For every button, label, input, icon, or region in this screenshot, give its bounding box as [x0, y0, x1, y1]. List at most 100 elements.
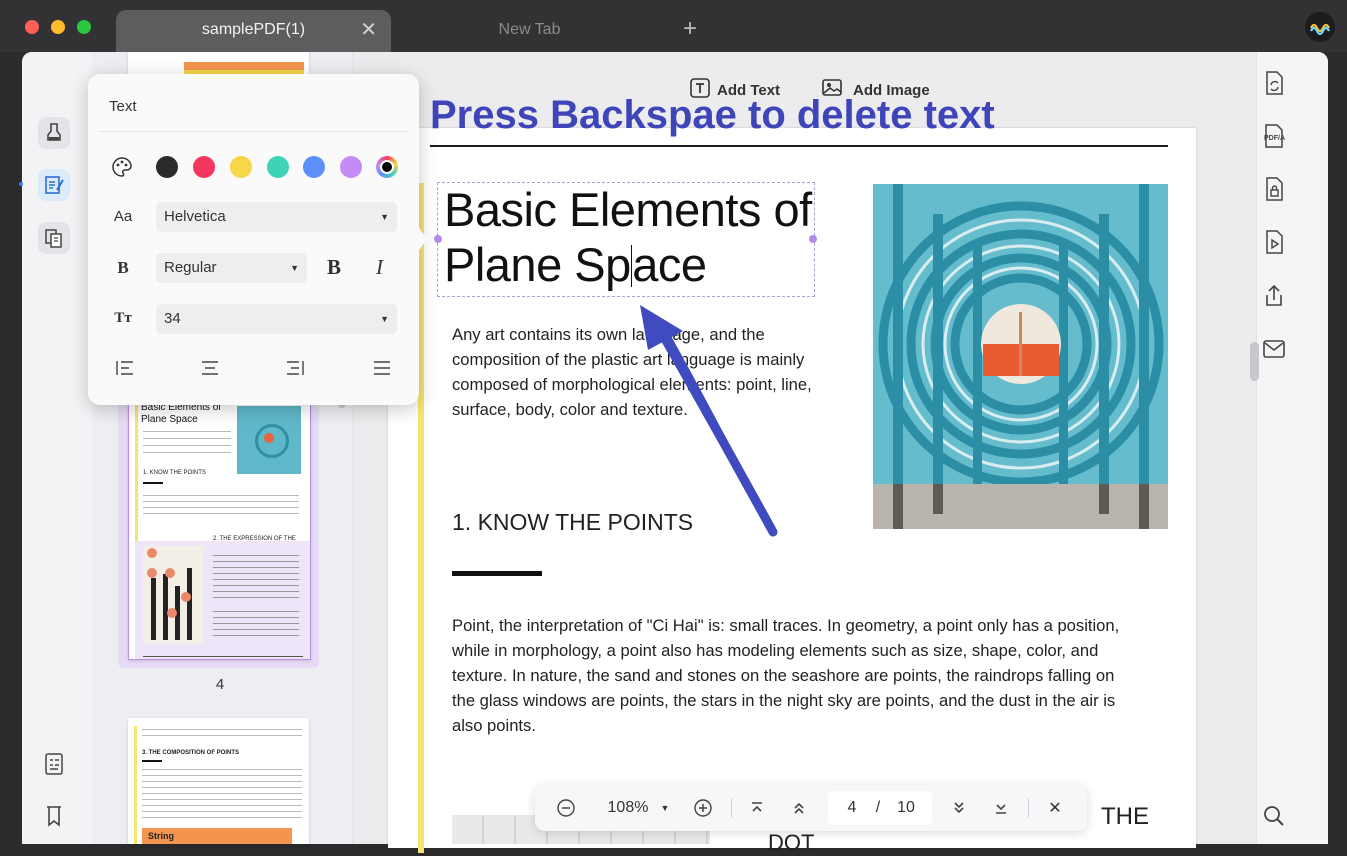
- tab-label: New Tab: [498, 21, 561, 38]
- vertical-scrollbar[interactable]: [1250, 342, 1259, 381]
- form-icon[interactable]: [38, 748, 70, 780]
- color-picker-button[interactable]: [376, 156, 398, 178]
- tab-new-tab[interactable]: New Tab: [392, 10, 667, 52]
- next-page-icon[interactable]: [946, 793, 972, 823]
- convert-icon[interactable]: [1260, 69, 1288, 97]
- italic-button[interactable]: I: [376, 255, 383, 280]
- first-page-icon[interactable]: [744, 793, 770, 823]
- paragraph-line: also points.: [452, 716, 536, 735]
- color-swatch-yellow[interactable]: [230, 156, 252, 178]
- font-family-select[interactable]: Helvetica ▼: [156, 202, 397, 232]
- thumbnail-page-5[interactable]: 3. THE COMPOSITION OF POINTS String: [128, 718, 309, 844]
- thumbnail-page-4[interactable]: Basic Elements of Plane Space 1. KNOW TH…: [128, 395, 311, 660]
- title-text-before-cursor: Plane Sp: [444, 238, 631, 291]
- title-text-after-cursor: ace: [632, 238, 707, 291]
- close-window-button[interactable]: [25, 20, 39, 34]
- section-underline: [452, 571, 542, 576]
- font-size-value: 34: [164, 310, 181, 327]
- zoom-out-icon[interactable]: [553, 793, 579, 823]
- mail-icon[interactable]: [1260, 335, 1288, 363]
- toolbar-divider: [731, 799, 732, 817]
- thumbnail-page-number: 4: [215, 676, 225, 693]
- bottom-heading[interactable]: THE: [1101, 803, 1149, 831]
- color-swatch-black[interactable]: [156, 156, 178, 178]
- section-heading[interactable]: 1. KNOW THE POINTS: [452, 509, 693, 536]
- zoom-level[interactable]: 108%: [596, 793, 660, 823]
- app-logo-icon[interactable]: [1305, 12, 1335, 42]
- thumb-section: 1. KNOW THE POINTS: [143, 470, 206, 476]
- intro-paragraph[interactable]: Any art contains its own language, and t…: [452, 322, 852, 422]
- font-weight-value: Regular: [164, 259, 217, 276]
- chevron-down-icon: ▼: [380, 314, 389, 324]
- chevron-down-icon: ▼: [380, 212, 389, 222]
- page-separator: /: [875, 799, 881, 816]
- intro-line: surface, body, color and texture.: [452, 400, 688, 419]
- popup-divider: [98, 131, 409, 132]
- zoom-dropdown-icon[interactable]: ▼: [656, 793, 674, 823]
- bottom-partial-heading[interactable]: DOT: [768, 830, 814, 856]
- zoom-window-button[interactable]: [77, 20, 91, 34]
- align-justify-icon[interactable]: [371, 359, 393, 382]
- title-line-1: Basic Elements of: [444, 183, 812, 236]
- font-family-value: Helvetica: [164, 208, 226, 225]
- paragraph-line: texture. In nature, the sand and stones …: [452, 666, 1115, 685]
- align-center-icon[interactable]: [199, 359, 221, 382]
- color-swatch-purple[interactable]: [340, 156, 362, 178]
- align-right-icon[interactable]: [284, 359, 306, 382]
- color-swatch-blue[interactable]: [303, 156, 325, 178]
- page-image[interactable]: [873, 184, 1168, 529]
- slideshow-icon[interactable]: [1260, 228, 1288, 256]
- highlighter-icon[interactable]: [38, 117, 70, 149]
- palette-icon[interactable]: [111, 156, 133, 183]
- thumb-section-3: 3. THE COMPOSITION OF POINTS: [142, 750, 240, 756]
- previous-page-icon[interactable]: [786, 793, 812, 823]
- thumb-string-label: String: [142, 828, 292, 844]
- bookmark-icon[interactable]: [38, 800, 70, 832]
- current-page-input[interactable]: 4: [840, 793, 864, 823]
- page-header-rule: [430, 145, 1168, 147]
- toolbar-divider: [1028, 799, 1029, 817]
- search-icon[interactable]: [1260, 802, 1288, 830]
- color-swatch-teal[interactable]: [267, 156, 289, 178]
- paragraph-line: Point, the interpretation of "Ci Hai" is…: [452, 616, 1120, 635]
- intro-line: composed of morphological elements: poin…: [452, 375, 812, 394]
- resize-handle-left[interactable]: [434, 235, 442, 243]
- title-line-2: Plane Space: [444, 237, 824, 292]
- popup-pointer: [417, 225, 427, 253]
- font-size-select[interactable]: 34 ▼: [156, 304, 397, 334]
- paragraph-line: the glass windows are points, the stars …: [452, 691, 1116, 710]
- font-size-icon: Tт: [114, 310, 132, 326]
- last-page-icon[interactable]: [988, 793, 1014, 823]
- minimize-window-button[interactable]: [51, 20, 65, 34]
- close-toolbar-icon[interactable]: ✕: [1042, 793, 1068, 823]
- active-indicator: [19, 182, 23, 186]
- total-pages: 10: [897, 799, 915, 816]
- points-paragraph[interactable]: Point, the interpretation of "Ci Hai" is…: [452, 613, 1172, 738]
- intro-line: Any art contains its own language, and t…: [452, 325, 765, 344]
- edit-pdf-icon[interactable]: [38, 169, 70, 201]
- pdfa-icon[interactable]: PDF/A: [1260, 122, 1288, 150]
- thumb-title: Basic Elements of Plane Space: [141, 402, 222, 425]
- tab-samplepdf[interactable]: samplePDF(1) ✕: [116, 10, 391, 52]
- zoom-in-icon[interactable]: [690, 793, 716, 823]
- page-title[interactable]: Basic Elements of Plane Space: [444, 182, 824, 292]
- font-weight-icon: B: [117, 258, 129, 277]
- text-properties-popup: Text: [88, 74, 419, 405]
- organize-pages-icon[interactable]: [38, 222, 70, 254]
- share-icon[interactable]: [1260, 282, 1288, 310]
- close-tab-icon[interactable]: ✕: [360, 18, 377, 42]
- paragraph-line: while in morphology, a point also has mo…: [452, 641, 1099, 660]
- align-left-icon[interactable]: [114, 359, 136, 382]
- font-family-icon: Aa: [113, 208, 133, 225]
- protect-icon[interactable]: [1260, 175, 1288, 203]
- right-toolbar: [1256, 52, 1328, 844]
- bold-button[interactable]: B: [327, 255, 341, 280]
- instruction-annotation: Press Backspae to delete text: [430, 93, 995, 137]
- new-tab-plus-icon[interactable]: +: [683, 16, 697, 42]
- thumb-section-2: 2. THE EXPRESSION OF THE: [213, 536, 296, 542]
- intro-line: composition of the plastic art language …: [452, 350, 805, 369]
- color-swatch-red[interactable]: [193, 156, 215, 178]
- font-weight-select[interactable]: Regular ▼: [156, 253, 307, 283]
- svg-text:PDF/A: PDF/A: [1264, 135, 1285, 142]
- chevron-down-icon: ▼: [290, 263, 299, 273]
